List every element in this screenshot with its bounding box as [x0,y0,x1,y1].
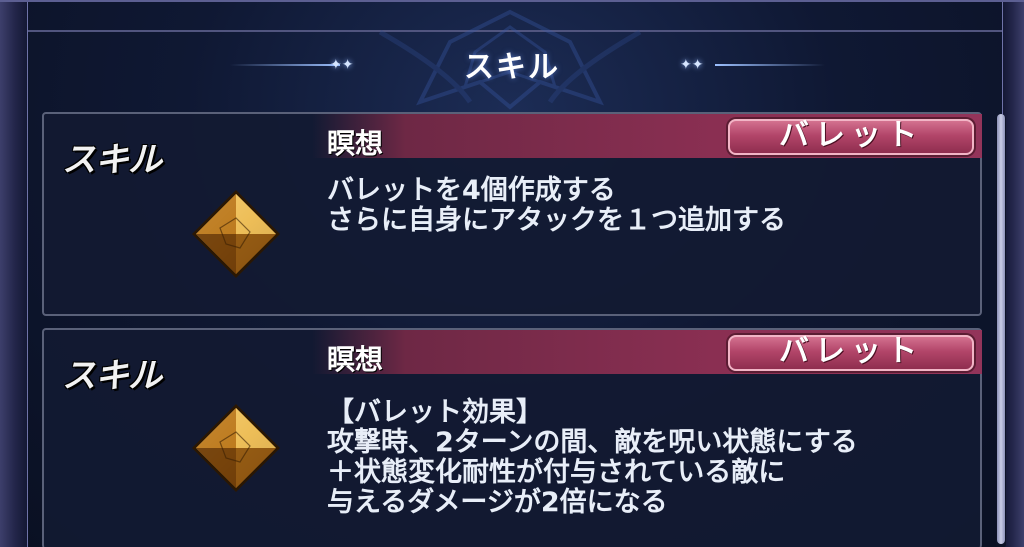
sparkle-icon: ✦✦ [680,57,704,73]
skill-card[interactable]: スキル 瞑想 バレット 【バレット効果】 攻撃時、2ターンの間、敵を呪い状態にす… [42,328,982,547]
scrollbar[interactable] [996,114,1006,547]
amber-diamond-gem-icon [192,404,280,492]
skill-name: 瞑想 [327,127,384,160]
description-line: バレットを4個作成する [327,175,616,206]
description-line: 【バレット効果】 [327,397,543,428]
skill-category-label: スキル [62,140,162,180]
description-line: さらに自身にアタックを１つ追加する [327,205,786,236]
page-title: スキル [464,50,560,85]
description-line: 攻撃時、2ターンの間、敵を呪い状態にする [327,427,858,458]
skill-description: 【バレット効果】 攻撃時、2ターンの間、敵を呪い状態にする ＋状態変化耐性が付与… [327,398,858,518]
title-deco-line-right [715,64,825,66]
skill-description: バレットを4個作成する さらに自身にアタックを１つ追加する [327,176,786,236]
skill-type-badge: バレット [728,335,974,371]
skill-type-badge: バレット [728,119,974,155]
screen-frame: ✦✦ スキル ✦✦ スキル 瞑想 バレット バレットを4個作成する さらに自身に… [0,0,1024,547]
amber-diamond-gem-icon [192,190,280,278]
skill-card[interactable]: スキル 瞑想 バレット バレットを4個作成する さらに自身にアタックを１つ追加す… [42,112,982,316]
description-line: 与えるダメージが2倍になる [327,487,668,518]
skill-category-label: スキル [62,356,162,396]
scrollbar-thumb[interactable] [997,114,1005,544]
skill-name: 瞑想 [327,343,384,376]
description-line: ＋状態変化耐性が付与されている敵に [327,457,786,488]
